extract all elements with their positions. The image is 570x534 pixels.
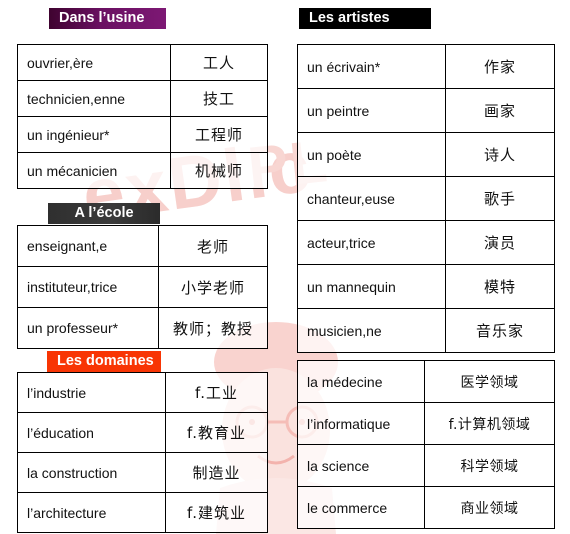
table-row: ouvrier,ère 工人	[17, 44, 268, 81]
french-term: la science	[297, 444, 425, 487]
table-row: un ingénieur* 工程师	[17, 116, 268, 153]
french-term: un poète	[297, 132, 446, 177]
section-header-les-domaines: Les domaines	[47, 351, 161, 372]
chinese-translation: 工人	[170, 44, 268, 81]
chinese-translation: 小学老师	[158, 266, 268, 308]
table-row: un poète 诗人	[297, 132, 555, 177]
french-term: un mécanicien	[17, 152, 171, 189]
table-row: la médecine 医学领域	[297, 360, 555, 403]
french-term: ouvrier,ère	[17, 44, 171, 81]
table-row: l’informatique f.计算机领域	[297, 402, 555, 445]
chinese-translation: 模特	[445, 264, 555, 309]
table-row: technicien,enne 技工	[17, 80, 268, 117]
chinese-translation: f.计算机领域	[424, 402, 555, 445]
table-row: instituteur,trice 小学老师	[17, 266, 268, 308]
vocabulary-table-les-disciplines: la médecine 医学领域 l’informatique f.计算机领域 …	[297, 360, 555, 529]
section-header-dans-lusine: Dans l’usine	[49, 8, 166, 29]
vocabulary-table-les-domaines: l’industrie f.工业 l’éducation f.教育业 la co…	[17, 372, 268, 533]
table-row: enseignant,e 老师	[17, 225, 268, 267]
chinese-translation: 制造业	[165, 452, 268, 493]
table-row: le commerce 商业领域	[297, 486, 555, 529]
french-term: chanteur,euse	[297, 176, 446, 221]
french-term: l’architecture	[17, 492, 166, 533]
chinese-translation: f.建筑业	[165, 492, 268, 533]
table-row: chanteur,euse 歌手	[297, 176, 555, 221]
chinese-translation: f.教育业	[165, 412, 268, 453]
table-row: l’architecture f.建筑业	[17, 492, 268, 533]
french-term: l’informatique	[297, 402, 425, 445]
table-row: un professeur* 教师；教授	[17, 307, 268, 349]
french-term: l’industrie	[17, 372, 166, 413]
table-row: l’éducation f.教育业	[17, 412, 268, 453]
french-term: musicien,ne	[297, 308, 446, 353]
chinese-translation: 诗人	[445, 132, 555, 177]
vocabulary-table-les-artistes: un écrivain* 作家 un peintre 画家 un poète 诗…	[297, 44, 555, 353]
chinese-translation: 画家	[445, 88, 555, 133]
french-term: l’éducation	[17, 412, 166, 453]
french-term: technicien,enne	[17, 80, 171, 117]
chinese-translation: 音乐家	[445, 308, 555, 353]
chinese-translation: 演员	[445, 220, 555, 265]
table-row: l’industrie f.工业	[17, 372, 268, 413]
french-term: enseignant,e	[17, 225, 159, 267]
french-term: un mannequin	[297, 264, 446, 309]
chinese-translation: 医学领域	[424, 360, 555, 403]
chinese-translation: 科学领域	[424, 444, 555, 487]
vocabulary-sheet: exDl.c PL Dans l’usine A l’école Les dom…	[0, 0, 570, 534]
table-row: musicien,ne 音乐家	[297, 308, 555, 353]
chinese-translation: 教师；教授	[158, 307, 268, 349]
section-header-a-lecole: A l’école	[48, 203, 160, 224]
chinese-translation: 技工	[170, 80, 268, 117]
table-row: un peintre 画家	[297, 88, 555, 133]
french-term: un ingénieur*	[17, 116, 171, 153]
table-row: un écrivain* 作家	[297, 44, 555, 89]
table-row: un mannequin 模特	[297, 264, 555, 309]
chinese-translation: 老师	[158, 225, 268, 267]
french-term: un peintre	[297, 88, 446, 133]
french-term: acteur,trice	[297, 220, 446, 265]
section-header-les-artistes: Les artistes	[299, 8, 431, 29]
chinese-translation: f.工业	[165, 372, 268, 413]
chinese-translation: 商业领域	[424, 486, 555, 529]
french-term: la construction	[17, 452, 166, 493]
table-row: la science 科学领域	[297, 444, 555, 487]
table-row: un mécanicien 机械师	[17, 152, 268, 189]
french-term: un écrivain*	[297, 44, 446, 89]
vocabulary-table-a-lecole: enseignant,e 老师 instituteur,trice 小学老师 u…	[17, 225, 268, 349]
chinese-translation: 工程师	[170, 116, 268, 153]
french-term: un professeur*	[17, 307, 159, 349]
chinese-translation: 机械师	[170, 152, 268, 189]
table-row: la construction 制造业	[17, 452, 268, 493]
french-term: la médecine	[297, 360, 425, 403]
french-term: instituteur,trice	[17, 266, 159, 308]
chinese-translation: 歌手	[445, 176, 555, 221]
table-row: acteur,trice 演员	[297, 220, 555, 265]
chinese-translation: 作家	[445, 44, 555, 89]
vocabulary-table-dans-lusine: ouvrier,ère 工人 technicien,enne 技工 un ing…	[17, 44, 268, 189]
french-term: le commerce	[297, 486, 425, 529]
